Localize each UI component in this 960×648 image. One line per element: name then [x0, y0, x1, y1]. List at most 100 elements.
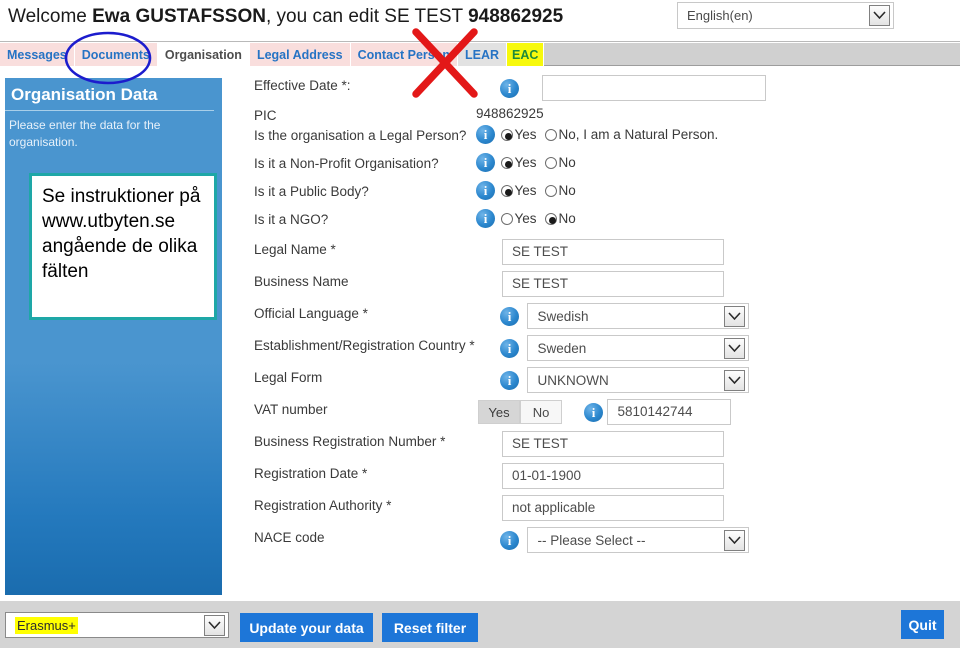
- field-label: Is it a NGO?: [254, 212, 329, 227]
- radio-button[interactable]: [501, 213, 514, 225]
- text-input[interactable]: SE TEST: [502, 431, 724, 457]
- tab-bar: Messages Documents Organisation Legal Addre…: [0, 43, 960, 66]
- welcome-prefix: Welcome: [8, 6, 93, 27]
- field-label: VAT number: [254, 402, 328, 417]
- info-icon[interactable]: i: [476, 125, 495, 144]
- field-control: SE TEST: [502, 431, 724, 457]
- field-control: i -- Please Select --: [500, 527, 750, 553]
- dropdown-select[interactable]: -- Please Select --: [527, 527, 750, 553]
- tab-organisation[interactable]: Organisation: [157, 43, 250, 66]
- field-label: Legal Form: [254, 370, 323, 385]
- vat-number-input[interactable]: 5810142744: [607, 399, 732, 425]
- field-control: i Yes No: [476, 181, 585, 200]
- radio-button[interactable]: [545, 157, 558, 169]
- instruction-note-text: Se instruktioner på www.utbyten.se angåe…: [42, 186, 201, 282]
- dropdown-value: Sweden: [537, 340, 587, 356]
- field-label: Registration Authority *: [254, 498, 392, 513]
- chevron-down-icon[interactable]: [724, 305, 746, 327]
- quit-button[interactable]: Quit: [901, 610, 944, 639]
- radio-option[interactable]: No: [545, 183, 576, 198]
- form-row: Registration Date * 01-01-1900: [224, 463, 960, 498]
- field-control: i Yes No, I am a Natural Person.: [476, 125, 727, 144]
- radio-button[interactable]: [545, 185, 558, 197]
- info-icon[interactable]: i: [584, 402, 603, 422]
- radio-option[interactable]: Yes: [501, 127, 536, 142]
- welcome-middle: , you can edit SE TEST: [265, 6, 469, 27]
- field-label: Business Registration Number *: [254, 434, 446, 449]
- dropdown-select[interactable]: UNKNOWN: [527, 367, 750, 393]
- radio-group: Yes No, I am a Natural Person.: [501, 127, 727, 142]
- reset-filter-button[interactable]: Reset filter: [382, 613, 478, 642]
- radio-label: Yes: [514, 127, 537, 142]
- info-icon[interactable]: i: [500, 530, 519, 550]
- info-icon[interactable]: i: [500, 370, 519, 390]
- field-control: 948862925: [476, 105, 544, 123]
- update-your-data-button[interactable]: Update your data: [240, 613, 373, 642]
- field-control: 01-01-1900: [502, 463, 724, 489]
- radio-button[interactable]: [545, 213, 558, 225]
- info-icon[interactable]: i: [476, 153, 495, 172]
- chevron-down-icon[interactable]: [724, 369, 746, 391]
- radio-option[interactable]: Yes: [501, 183, 536, 198]
- info-icon[interactable]: i: [500, 306, 519, 326]
- radio-button[interactable]: [501, 129, 514, 141]
- dropdown-select[interactable]: Sweden: [527, 335, 750, 361]
- field-label: Registration Date *: [254, 466, 368, 481]
- dropdown-value: -- Please Select --: [537, 532, 646, 548]
- info-icon[interactable]: i: [476, 209, 495, 228]
- chevron-down-icon[interactable]: [204, 614, 225, 636]
- language-select[interactable]: English(en): [677, 2, 894, 29]
- field-control: not applicable: [502, 495, 724, 521]
- dropdown-select[interactable]: Swedish: [527, 303, 750, 329]
- radio-group: Yes No: [501, 155, 584, 170]
- text-input[interactable]: [542, 75, 767, 101]
- radio-option[interactable]: No: [545, 155, 576, 170]
- radio-option[interactable]: Yes: [501, 211, 536, 226]
- radio-option[interactable]: No, I am a Natural Person.: [545, 127, 718, 142]
- tab-legal-address[interactable]: Legal Address: [249, 43, 351, 66]
- info-icon[interactable]: i: [500, 78, 519, 98]
- programme-select[interactable]: Erasmus+: [5, 612, 229, 638]
- form-row: Legal Form i UNKNOWN: [224, 367, 960, 402]
- chevron-down-icon[interactable]: [724, 337, 746, 359]
- sidebar-description: Please enter the data for the organisati…: [9, 118, 161, 149]
- radio-button[interactable]: [545, 129, 558, 141]
- field-control: SE TEST: [502, 239, 724, 265]
- field-label: Legal Name *: [254, 242, 336, 257]
- content-area: Organisation Data Please enter the data …: [0, 66, 960, 600]
- language-select-value: English(en): [687, 8, 753, 23]
- field-label: PIC: [254, 108, 277, 123]
- radio-option[interactable]: No: [545, 211, 576, 226]
- text-input[interactable]: not applicable: [502, 495, 724, 521]
- tab-documents[interactable]: Documents: [74, 43, 158, 66]
- text-input[interactable]: SE TEST: [502, 239, 724, 265]
- welcome-message: Welcome Ewa GUSTAFSSON, you can edit SE …: [8, 6, 563, 28]
- instruction-note-box: Se instruktioner på www.utbyten.se angåe…: [29, 173, 217, 320]
- tab-lear[interactable]: LEAR: [458, 43, 508, 66]
- info-icon[interactable]: i: [500, 338, 519, 358]
- field-control: i Swedish: [500, 303, 750, 329]
- field-control: i: [500, 75, 767, 101]
- text-input[interactable]: SE TEST: [502, 271, 724, 297]
- field-label: Business Name: [254, 274, 349, 289]
- form-row: Effective Date *: i: [224, 75, 960, 110]
- chevron-down-icon[interactable]: [724, 529, 746, 551]
- radio-option[interactable]: Yes: [501, 155, 536, 170]
- tab-contact-person[interactable]: Contact Person: [350, 43, 459, 66]
- form-row: Registration Authority * not applicable: [224, 495, 960, 530]
- radio-group: Yes No: [501, 211, 584, 226]
- field-control: i UNKNOWN: [500, 367, 750, 393]
- vat-toggle-no[interactable]: No: [520, 400, 562, 424]
- radio-button[interactable]: [501, 185, 514, 197]
- radio-label: Yes: [514, 155, 537, 170]
- text-input[interactable]: 01-01-1900: [502, 463, 724, 489]
- tab-messages[interactable]: Messages: [0, 43, 75, 66]
- radio-button[interactable]: [501, 157, 514, 169]
- info-icon[interactable]: i: [476, 181, 495, 200]
- dropdown-value: UNKNOWN: [537, 372, 609, 388]
- field-control: SE TEST: [502, 271, 724, 297]
- tab-eac[interactable]: EAC: [507, 43, 545, 66]
- form-row: Establishment/Registration Country * i Sw…: [224, 335, 960, 370]
- vat-toggle-yes[interactable]: Yes: [478, 400, 520, 424]
- chevron-down-icon[interactable]: [869, 5, 890, 26]
